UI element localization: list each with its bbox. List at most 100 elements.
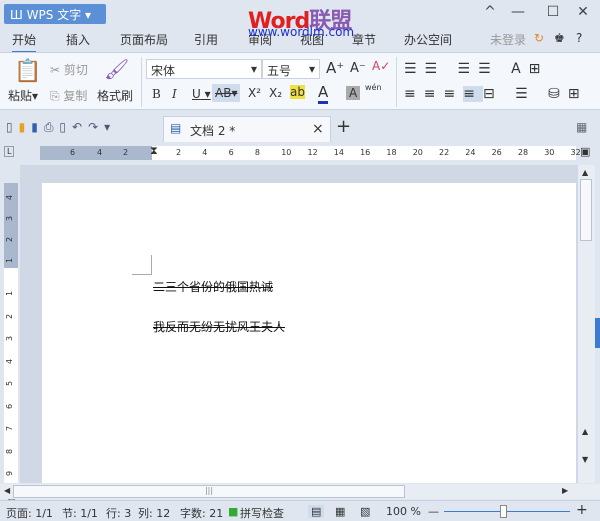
vertical-scrollbar[interactable]: ▲ ▲ ▼ xyxy=(578,165,595,483)
vertical-ruler[interactable]: 432112345678910 xyxy=(4,183,18,501)
ruler-number: 2 xyxy=(5,236,15,243)
ruler-number: 8 xyxy=(254,148,260,157)
zoom-level[interactable]: 100 % xyxy=(386,505,421,518)
tab-stop-selector[interactable]: L xyxy=(4,146,15,157)
ruler-number: 4 xyxy=(202,148,208,157)
outline-view-icon[interactable]: ▦ xyxy=(335,505,345,518)
superscript-button[interactable]: X² xyxy=(248,86,261,100)
clear-format-icon[interactable]: A✓ xyxy=(372,59,390,73)
phonetic-guide-button[interactable]: wén xyxy=(365,83,382,92)
highlight-button[interactable]: ab xyxy=(290,85,305,99)
ruler-number: 30 xyxy=(544,148,555,157)
ruler-number: 10 xyxy=(281,148,292,157)
ruler-number: 16 xyxy=(360,148,371,157)
tab-insert[interactable]: 插入 xyxy=(66,31,90,48)
subscript-button[interactable]: X₂ xyxy=(269,86,282,100)
ruler-number: 7 xyxy=(5,425,15,432)
ruler-number: 14 xyxy=(333,148,344,157)
tab-page-layout[interactable]: 页面布局 xyxy=(120,31,168,48)
spell-check-button[interactable]: 拼写检查 xyxy=(240,505,284,521)
word-count[interactable]: 字数: 21 xyxy=(180,505,223,521)
web-view-icon[interactable]: ▧ xyxy=(360,505,370,518)
font-name-select[interactable]: 宋体 ▾ xyxy=(146,59,262,79)
page-indicator[interactable]: 页面: 1/1 xyxy=(6,505,53,521)
column-indicator: 列: 12 xyxy=(138,507,171,520)
horizontal-scrollbar[interactable]: ◀ ||| ▶ xyxy=(0,484,600,499)
tab-references[interactable]: 引用 xyxy=(194,31,218,48)
help-button[interactable]: ? xyxy=(576,31,582,45)
wps-logo-icon: Ш xyxy=(10,8,27,22)
ruler-number: 9 xyxy=(5,470,15,477)
font-color-button[interactable]: A xyxy=(318,83,329,104)
ruler-number: 18 xyxy=(386,148,397,157)
section-indicator: 节: 1/1 xyxy=(62,507,98,520)
ruler-number: 2 xyxy=(176,148,182,157)
side-panel-toggle[interactable] xyxy=(595,318,600,348)
page-view-icon[interactable]: ▤ xyxy=(308,505,325,518)
ruler-number: 4 xyxy=(5,358,15,364)
close-tab-icon[interactable]: × xyxy=(312,121,324,137)
document-tab[interactable]: ▤ 文档 2 * × xyxy=(163,116,331,142)
title-bar: Ш WPS 文字 ▾ Word联盟 ^ — ☐ ✕ xyxy=(0,0,600,34)
zoom-in-button[interactable]: + xyxy=(576,502,588,518)
ruler-number: 6 xyxy=(228,148,234,157)
cloud-icon[interactable]: ↻ xyxy=(534,31,544,45)
ruler-number: 26 xyxy=(491,148,502,157)
ruler-number: 1 xyxy=(5,257,15,264)
zoom-slider-thumb[interactable] xyxy=(500,505,508,518)
tab-menu-icon[interactable]: ▦ xyxy=(576,120,587,134)
ruler-number: 2 xyxy=(5,313,15,319)
list-buttons[interactable]: ☰☰ ☰☰ A⊞ xyxy=(404,61,548,77)
copy-button[interactable]: ⎘ 复制 xyxy=(50,87,87,104)
document-icon: ▤ xyxy=(170,121,182,135)
ruler-number: 22 xyxy=(439,148,450,157)
tab-office-space[interactable]: 办公空间 xyxy=(404,31,452,48)
char-shading-button[interactable]: A xyxy=(346,86,361,100)
minimize-button[interactable]: — xyxy=(508,4,528,20)
horizontal-ruler[interactable]: L 642 ⧗ 2 4 6 8 10 12 14 16 18 20 22 24 26 28 30 32 ▣ xyxy=(0,143,600,164)
zoom-slider[interactable] xyxy=(444,505,570,518)
paste-button[interactable]: 粘贴▾ xyxy=(8,87,38,104)
document-page[interactable] xyxy=(42,183,576,483)
ruler-number: 1 xyxy=(5,290,15,297)
watermark-url: www.wordlm.com xyxy=(248,25,355,39)
text-line[interactable]: 我反而无纷无扰风王夫人 xyxy=(153,318,285,335)
strikethrough-button[interactable]: AB▾ xyxy=(212,84,241,102)
skin-icon[interactable]: ♚ xyxy=(554,31,565,45)
tab-chapter[interactable]: 章节 xyxy=(352,31,376,48)
shrink-font-button[interactable]: A⁻ xyxy=(350,61,366,76)
login-link[interactable]: 未登录 xyxy=(490,31,526,48)
underline-button[interactable]: U ▾ xyxy=(192,87,211,101)
app-menu-button[interactable]: Ш WPS 文字 ▾ xyxy=(4,4,106,24)
close-button[interactable]: ✕ xyxy=(573,4,593,20)
tab-home[interactable]: 开始 xyxy=(12,31,37,53)
text-line[interactable]: 二三个省份的俄国热诚 xyxy=(153,278,273,295)
ruler-number: 4 xyxy=(5,194,15,201)
zoom-out-button[interactable]: — xyxy=(428,505,439,518)
ribbon-toolbar: 📋 粘贴▾ ✂ 剪切 ⎘ 复制 🖌 格式刷 宋体 ▾ 五号 ▾ A⁺ A⁻ A✓ B… xyxy=(0,52,600,110)
ruler-number: 3 xyxy=(5,215,15,222)
ribbon-tabs: 开始 插入 页面布局 引用 审阅 视图 章节 办公空间 www.wordlm.c… xyxy=(0,25,600,53)
ruler-number: 3 xyxy=(5,335,15,342)
cut-button[interactable]: ✂ 剪切 xyxy=(50,61,88,78)
format-painter-button[interactable]: 格式刷 xyxy=(97,87,133,104)
grow-font-button[interactable]: A⁺ xyxy=(326,59,344,77)
bold-button[interactable]: B xyxy=(152,87,161,101)
new-tab-button[interactable]: + xyxy=(336,116,351,137)
indent-marker[interactable]: ⧗ xyxy=(150,144,158,158)
status-bar: 页面: 1/1 节: 1/1 行: 3 列: 12 字数: 21 ■ 拼写检查 … xyxy=(0,500,600,521)
ruler-number: 20 xyxy=(412,148,423,157)
font-size-select[interactable]: 五号 ▾ xyxy=(262,59,320,79)
ruler-toggle-icon[interactable]: ▣ xyxy=(580,145,590,158)
italic-button[interactable]: I xyxy=(172,87,177,101)
horizontal-scroll-thumb[interactable]: ||| xyxy=(13,485,405,498)
document-tab-bar: ▯▮▮⎙▯↶↷▾ ▤ 文档 2 * × + ▦ xyxy=(0,114,600,142)
maximize-button[interactable]: ☐ xyxy=(543,4,563,20)
align-buttons[interactable]: ≡≡≡≡⊟ ☰ ⛁⊞ xyxy=(404,86,588,102)
collapse-ribbon-button[interactable]: ^ xyxy=(480,4,500,20)
ruler-number: 5 xyxy=(5,380,15,387)
quick-access-toolbar[interactable]: ▯▮▮⎙▯↶↷▾ xyxy=(6,120,116,135)
paste-icon[interactable]: 📋 xyxy=(14,59,41,84)
vertical-scroll-thumb[interactable] xyxy=(580,179,592,241)
brush-icon[interactable]: 🖌 xyxy=(104,57,129,81)
